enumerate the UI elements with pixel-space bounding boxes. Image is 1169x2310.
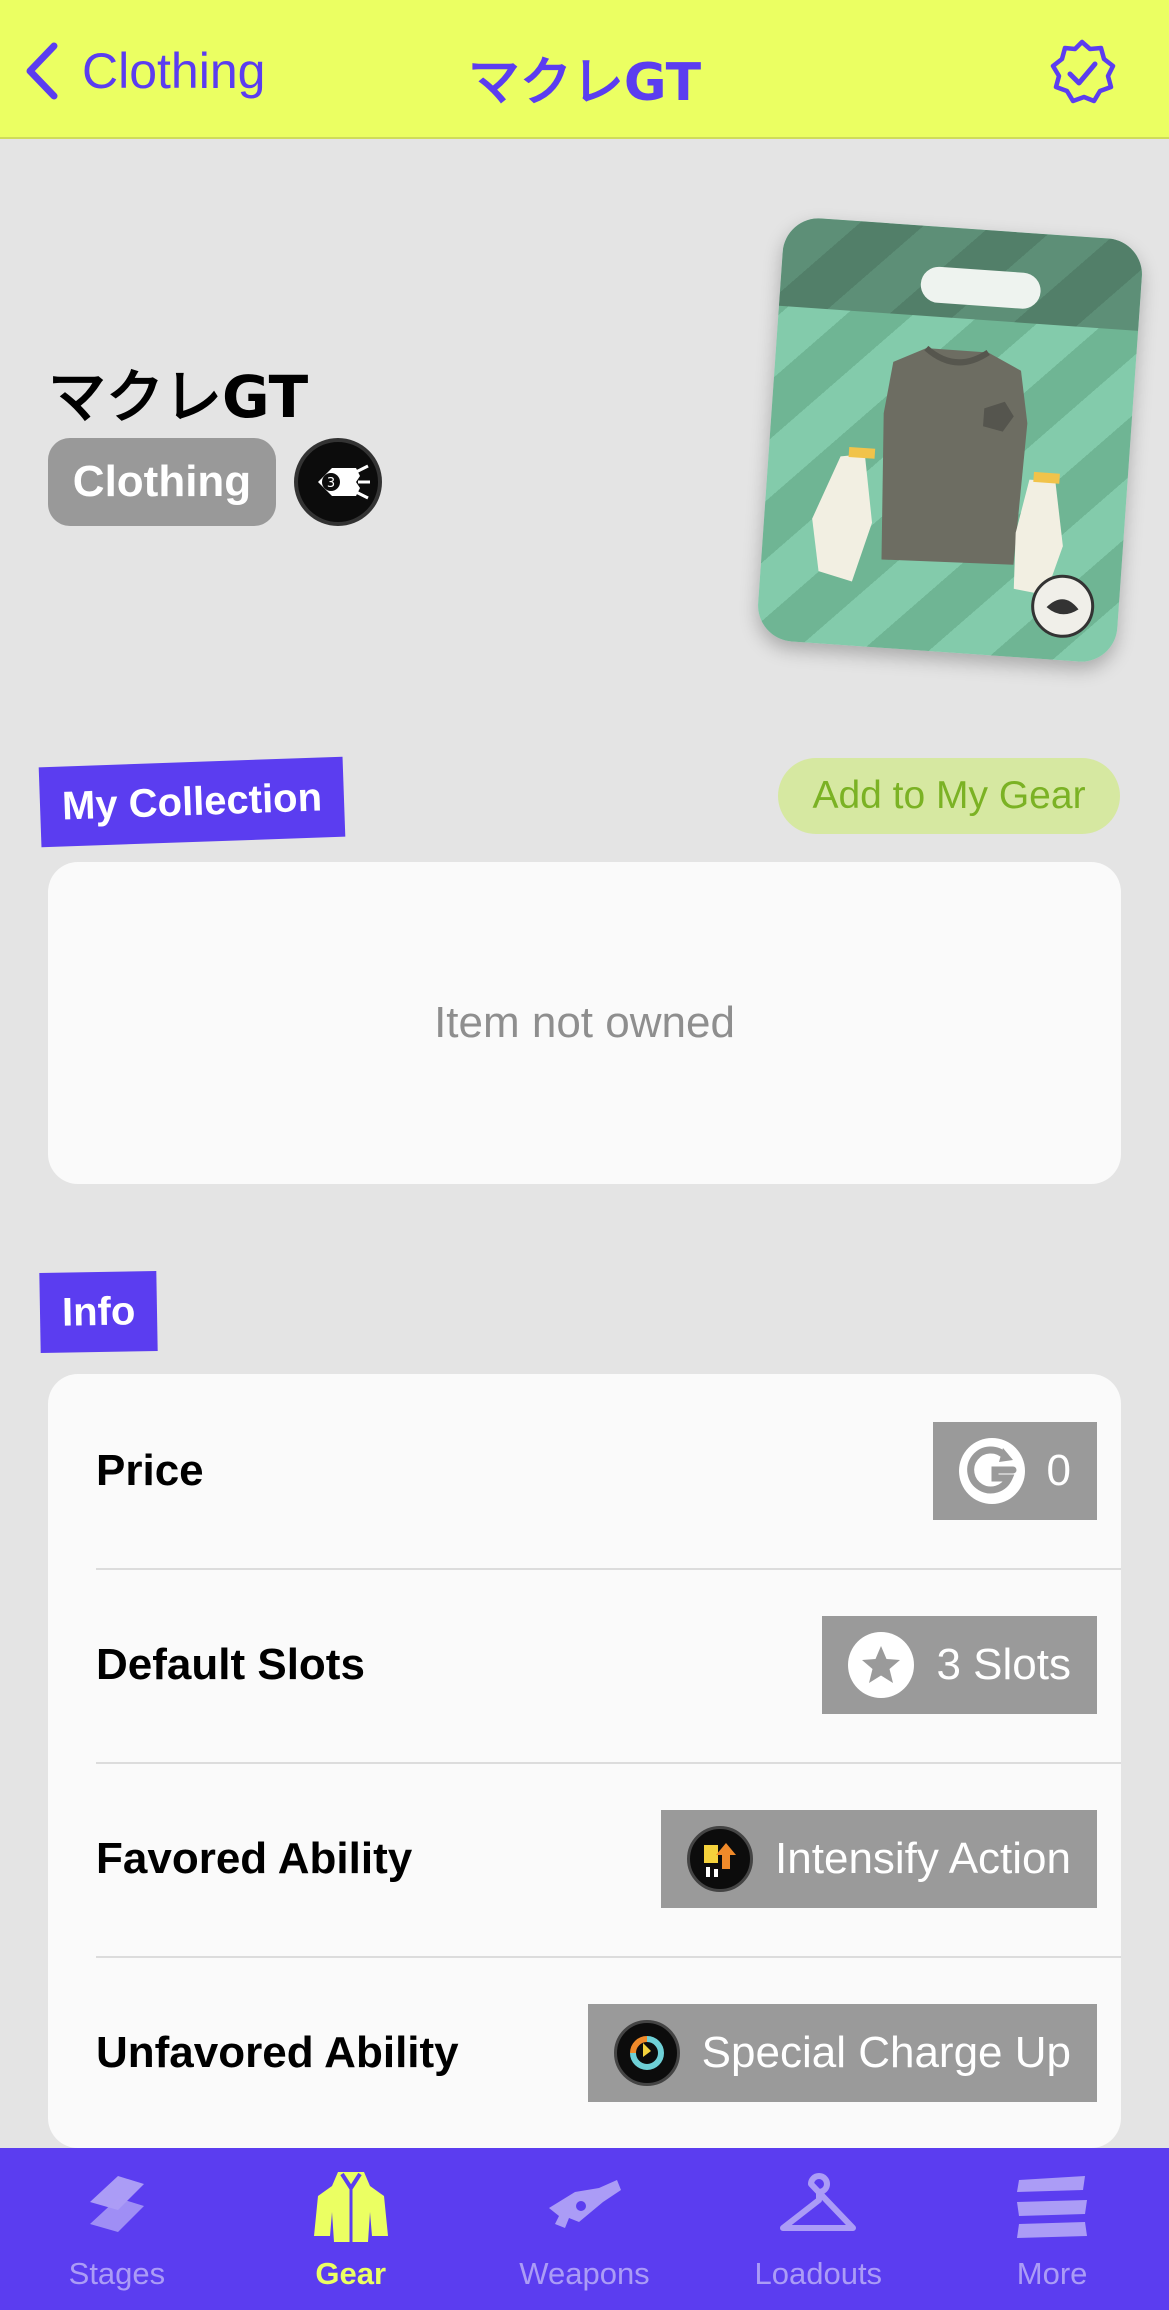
svg-text:3: 3 [327, 476, 335, 491]
slots-value: 3 Slots [822, 1616, 1097, 1714]
star-icon [848, 1632, 915, 1698]
gear-image-card [755, 215, 1145, 665]
price-value: 0 [932, 1422, 1097, 1520]
info-label: Favored Ability [96, 1834, 413, 1883]
hanger-icon [780, 2173, 857, 2231]
add-to-my-gear-button[interactable]: Add to My Gear [778, 758, 1120, 834]
info-row-default-slots: Default Slots 3 Slots [96, 1568, 1121, 1762]
tab-label: Loadouts [754, 2256, 883, 2291]
info-row-unfavored-ability: Unfavored Ability Special Charge Up [96, 1956, 1121, 2150]
info-card: Price 0 Default Slots 3 Slots Favored Ab… [48, 1374, 1121, 2148]
stages-icon [89, 2176, 144, 2232]
info-label: Unfavored Ability [96, 2028, 459, 2077]
tab-stages[interactable]: Stages [0, 2148, 234, 2310]
tab-label: Stages [68, 2256, 166, 2291]
unfavored-ability-value[interactable]: Special Charge Up [587, 2004, 1097, 2102]
brand-squid-icon: 3 [294, 438, 382, 526]
tab-gear[interactable]: Gear [234, 2148, 468, 2310]
tab-label: Gear [315, 2256, 387, 2291]
weapons-icon [549, 2180, 622, 2228]
unfavored-ability-text: Special Charge Up [701, 2028, 1071, 2077]
info-label: Price [96, 1446, 204, 1495]
favored-ability-text: Intensify Action [775, 1834, 1071, 1883]
navigation-bar: Clothing マクレGT [0, 0, 1169, 139]
gear-hoodie-icon [313, 2172, 388, 2242]
intensify-action-icon [687, 1826, 754, 1892]
page-title: マクレGT [467, 53, 702, 113]
info-heading: Info [39, 1270, 159, 1354]
tab-label: Weapons [519, 2256, 650, 2291]
more-icon [1017, 2176, 1088, 2238]
tab-more[interactable]: More [935, 2148, 1169, 2310]
info-row-favored-ability: Favored Ability Intensify Action [96, 1762, 1121, 1956]
collection-card: Item not owned [48, 862, 1121, 1184]
favored-ability-value[interactable]: Intensify Action [661, 1810, 1097, 1908]
tab-bar: Stages Gear Weapons Loadouts More [0, 2148, 1169, 2310]
tab-loadouts[interactable]: Loadouts [701, 2148, 935, 2310]
currency-icon [958, 1438, 1025, 1504]
price-text: 0 [1046, 1446, 1071, 1495]
verified-badge-icon[interactable] [1047, 38, 1117, 108]
info-label: Default Slots [96, 1640, 365, 1689]
special-charge-up-icon [613, 2020, 680, 2086]
slots-text: 3 Slots [936, 1640, 1071, 1689]
item-not-owned-text: Item not owned [434, 998, 735, 1047]
my-collection-heading: My Collection [38, 756, 346, 848]
info-row-price: Price 0 [96, 1374, 1121, 1568]
tab-weapons[interactable]: Weapons [468, 2148, 702, 2310]
category-badge: Clothing [48, 438, 276, 526]
shirt-image [812, 345, 1095, 638]
item-name: マクレGT [48, 363, 309, 431]
tab-label: More [1016, 2256, 1088, 2291]
